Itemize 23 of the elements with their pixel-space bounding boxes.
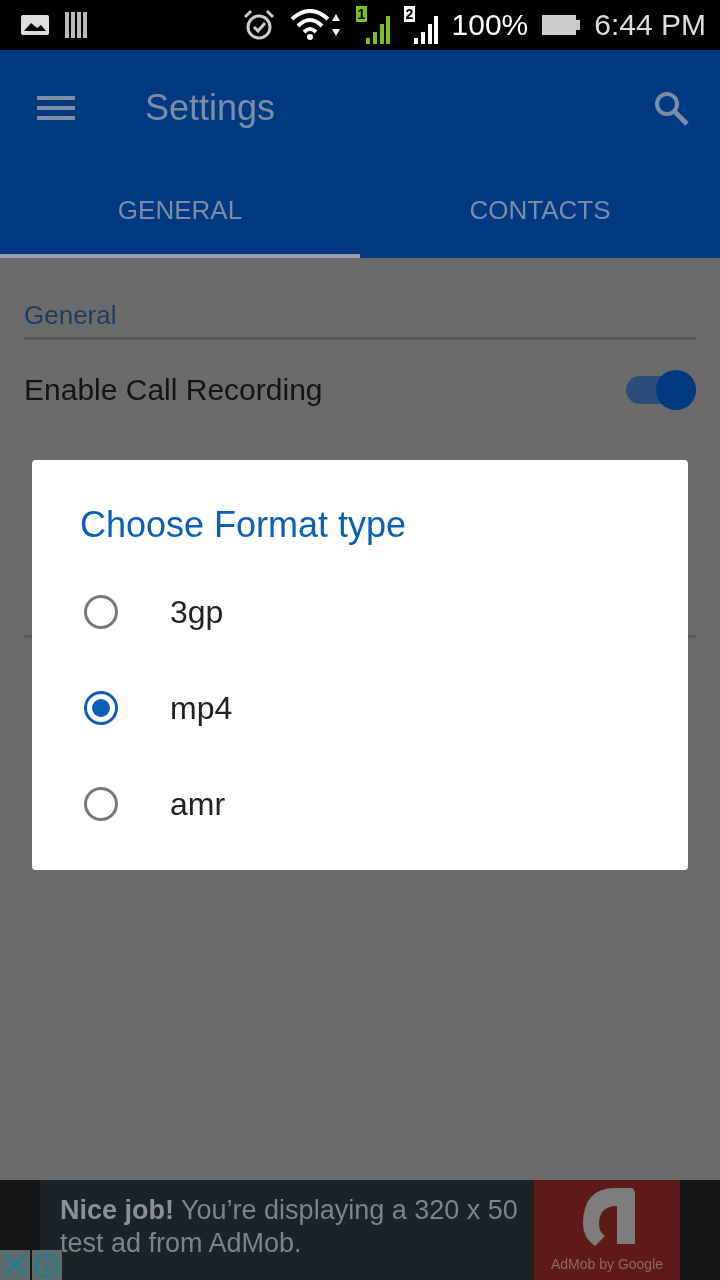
option-label[interactable]: amr [170,785,226,823]
clock: 6:44 PM [594,8,706,42]
barcode-icon [64,11,88,39]
app-title: Settings [145,87,277,129]
radio-button[interactable] [84,787,118,821]
setting-label: Enable Call Recording [24,373,323,407]
wifi-icon [289,9,342,41]
radio-button[interactable] [84,595,118,629]
radio-button[interactable] [84,691,118,725]
ad-text: Nice job! You’re displaying a 320 x 50 test ad from AdMob. [60,1194,519,1260]
ad-banner[interactable]: Nice job! You’re displaying a 320 x 50 test ad from AdMob. AdMob by Google [40,1180,680,1280]
section-header: General [24,300,696,340]
menu-icon[interactable] [37,94,75,122]
search-icon[interactable] [652,89,690,127]
toggle-switch[interactable] [626,370,696,410]
battery-icon [542,13,581,37]
option-label[interactable]: mp4 [170,689,233,727]
option-label[interactable]: 3gp [170,593,224,631]
image-icon [20,13,50,37]
battery-percent: 100% [451,8,529,42]
brand-label: AdMob by Google [550,1256,664,1272]
alarm-icon [241,9,276,41]
dialog-title: Choose Format type [80,504,408,546]
